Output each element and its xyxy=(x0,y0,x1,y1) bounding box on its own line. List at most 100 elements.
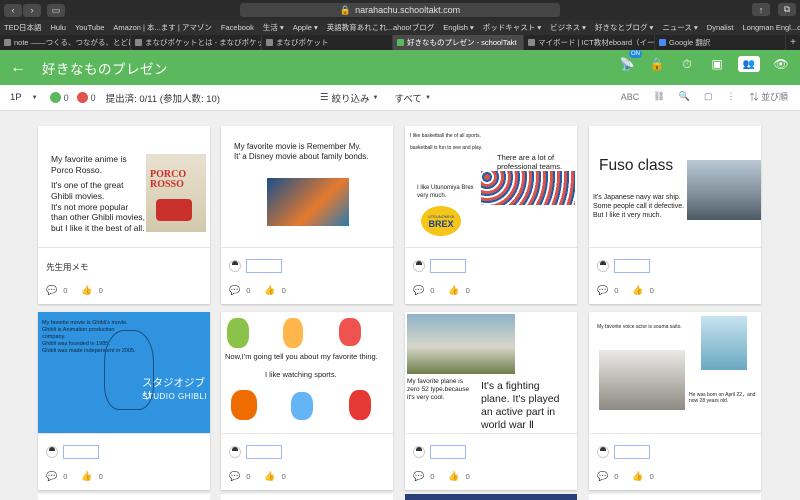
back-nav-button[interactable]: ‹ xyxy=(4,3,22,17)
like-icon[interactable]: 👍 xyxy=(448,285,459,296)
bookmark-item[interactable]: Amazon | 本...ます | アマゾン xyxy=(113,22,212,33)
student-card[interactable]: Now,I'm going tell you about my favorite… xyxy=(221,312,393,490)
search-zoom-icon[interactable]: 🔍 xyxy=(679,91,690,102)
student-card[interactable]: I like basketball the of all sports. bas… xyxy=(405,126,577,304)
bookmark-item[interactable]: Longman Engl...onary Online xyxy=(742,23,800,32)
comment-icon[interactable]: 💬 xyxy=(46,471,57,482)
bookmark-item[interactable]: ビジネス ▾ xyxy=(550,22,586,33)
student-name-field[interactable] xyxy=(246,259,282,273)
comment-icon[interactable]: 💬 xyxy=(229,471,240,482)
new-tab-button[interactable]: + xyxy=(786,35,800,50)
filter-value-select[interactable]: すべて ▼ xyxy=(395,91,431,105)
like-icon[interactable]: 👍 xyxy=(264,471,275,482)
browser-tab[interactable]: マイボード | ICT教材eboard（イーボー... xyxy=(524,35,655,50)
green-reaction[interactable]: 0 xyxy=(49,92,69,103)
comment-count: 0 xyxy=(63,472,68,481)
actor-photo xyxy=(701,316,747,370)
comment-icon[interactable]: 💬 xyxy=(413,285,424,296)
red-reaction[interactable]: 0 xyxy=(76,92,96,103)
avatar xyxy=(229,446,241,458)
like-count: 0 xyxy=(98,286,103,295)
student-name-field[interactable] xyxy=(430,445,466,459)
slide-text: My favorite voice actor is souma saito. xyxy=(597,324,682,330)
url-text: narahachu.schooltakt.com xyxy=(355,5,461,15)
like-icon[interactable]: 👍 xyxy=(81,471,92,482)
comment-icon[interactable]: 💬 xyxy=(413,471,424,482)
tabs-overview-icon[interactable]: ⧉ xyxy=(778,3,796,16)
browser-tab[interactable]: note ——つくる、つながる、とどける。 xyxy=(0,35,131,50)
bookmark-item[interactable]: Apple ▾ xyxy=(293,23,318,32)
like-icon[interactable]: 👍 xyxy=(632,285,643,296)
bookmark-item[interactable]: Dynalist xyxy=(707,23,734,32)
browser-tab[interactable]: まなびポケット xyxy=(262,35,393,50)
comment-icon[interactable]: 💬 xyxy=(46,285,57,296)
forward-nav-button[interactable]: › xyxy=(23,3,41,17)
sort-button[interactable]: ⇅ 並び順 xyxy=(749,90,788,103)
bookmark-item[interactable]: Facebook xyxy=(221,23,254,32)
student-card[interactable]: My favorite anime is Porco Rosso. It's o… xyxy=(38,126,210,304)
student-card[interactable]: My favorite plane is zero 52 type.becaus… xyxy=(405,312,577,490)
address-bar[interactable]: 🔒 narahachu.schooltakt.com xyxy=(240,3,560,17)
browser-tab[interactable]: Google 翻訳 xyxy=(655,35,786,50)
bookmark-item[interactable]: ニュース ▾ xyxy=(662,22,697,33)
page-select[interactable]: 1P ▼ xyxy=(10,92,38,103)
filter-button[interactable]: ☰ 絞り込み ▼ xyxy=(320,91,379,105)
group-icon[interactable]: 👥 xyxy=(738,56,760,72)
like-icon[interactable]: 👍 xyxy=(448,471,459,482)
visibility-icon[interactable]: 👁 xyxy=(772,55,790,73)
back-arrow-icon[interactable]: ← xyxy=(10,59,30,77)
student-name-field[interactable] xyxy=(614,445,650,459)
more-vert-icon[interactable]: ⋮ xyxy=(726,91,735,102)
like-icon[interactable]: 👍 xyxy=(264,285,275,296)
student-card[interactable]: My favorite movie is Remember My. It' a … xyxy=(221,126,393,304)
lock-icon: 🔒 xyxy=(339,4,352,15)
page-number-icon[interactable]: ▢ xyxy=(704,91,713,102)
broadcast-icon[interactable]: 📡 ON xyxy=(618,50,642,73)
display-icon[interactable]: ▣ xyxy=(708,55,726,73)
share-icon[interactable]: ↑ xyxy=(752,3,770,16)
card-slide[interactable]: Now,I'm going tell you about my favorite… xyxy=(221,312,393,433)
bookmark-item[interactable]: 英語教育あれこれ...ahoo!ブログ xyxy=(327,22,435,33)
like-icon[interactable]: 👍 xyxy=(81,285,92,296)
sidebar-toggle-icon[interactable]: ▭ xyxy=(47,3,65,17)
card-slide[interactable]: Fuso class It's Japanese navy war ship. … xyxy=(589,126,761,247)
avatar xyxy=(597,446,609,458)
like-icon[interactable]: 👍 xyxy=(632,471,643,482)
student-name-field[interactable] xyxy=(63,445,99,459)
student-name-field[interactable] xyxy=(246,445,282,459)
spellcheck-icon[interactable]: ABC xyxy=(621,92,640,102)
bookmark-item[interactable]: ポッドキャスト ▾ xyxy=(483,22,541,33)
bookmark-item[interactable]: 生活 ▾ xyxy=(263,22,284,33)
bookmark-item[interactable]: English ▾ xyxy=(443,23,473,32)
student-name-field[interactable] xyxy=(614,259,650,273)
student-card[interactable]: My favorite movie is Ghibli's movie. Ghi… xyxy=(38,312,210,490)
slide-text: Now,I'm going tell you about my favorite… xyxy=(225,352,378,361)
comment-count: 0 xyxy=(614,286,619,295)
comment-icon[interactable]: 💬 xyxy=(597,471,608,482)
bookmark-item[interactable]: 好きなとブログ ▾ xyxy=(595,22,653,33)
card-slide[interactable]: My favorite voice actor is souma saito. … xyxy=(589,312,761,433)
slide-text: now 28 years old. xyxy=(689,398,729,405)
student-card[interactable]: Fuso class It's Japanese navy war ship. … xyxy=(589,126,761,304)
card-slide[interactable]: I like basketball the of all sports. bas… xyxy=(405,126,577,247)
bookmark-item[interactable]: Hulu xyxy=(51,23,66,32)
card-slide[interactable]: My favorite movie is Ghibli's movie. Ghi… xyxy=(38,312,210,433)
browser-tab[interactable]: まなびポケットとは - まなびポケット | ... xyxy=(131,35,262,50)
chevron-down-icon: ▼ xyxy=(31,94,38,101)
favicon-icon xyxy=(4,39,11,46)
share-nodes-icon[interactable]: ⛓ xyxy=(653,91,664,102)
lock-icon[interactable]: 🔒 xyxy=(648,55,666,73)
student-name-field[interactable] xyxy=(430,259,466,273)
bookmark-item[interactable]: YouTube xyxy=(75,23,104,32)
card-slide[interactable]: My favorite movie is Remember My. It' a … xyxy=(221,126,393,247)
comment-icon[interactable]: 💬 xyxy=(229,285,240,296)
timer-icon[interactable]: ⏱ xyxy=(678,55,696,73)
student-card[interactable]: My favorite voice actor is souma saito. … xyxy=(589,312,761,490)
bookmark-item[interactable]: TED日本語 xyxy=(4,22,42,33)
teacher-memo[interactable]: 先生用メモ xyxy=(46,261,89,273)
card-slide[interactable]: My favorite plane is zero 52 type.becaus… xyxy=(405,312,577,433)
browser-tabs: note ——つくる、つながる、とどける。 まなびポケットとは - まなびポケッ… xyxy=(0,35,800,50)
card-slide[interactable]: My favorite anime is Porco Rosso. It's o… xyxy=(38,126,210,247)
comment-icon[interactable]: 💬 xyxy=(597,285,608,296)
browser-tab-active[interactable]: 好きなものプレゼン - schoolTakt xyxy=(393,35,524,50)
